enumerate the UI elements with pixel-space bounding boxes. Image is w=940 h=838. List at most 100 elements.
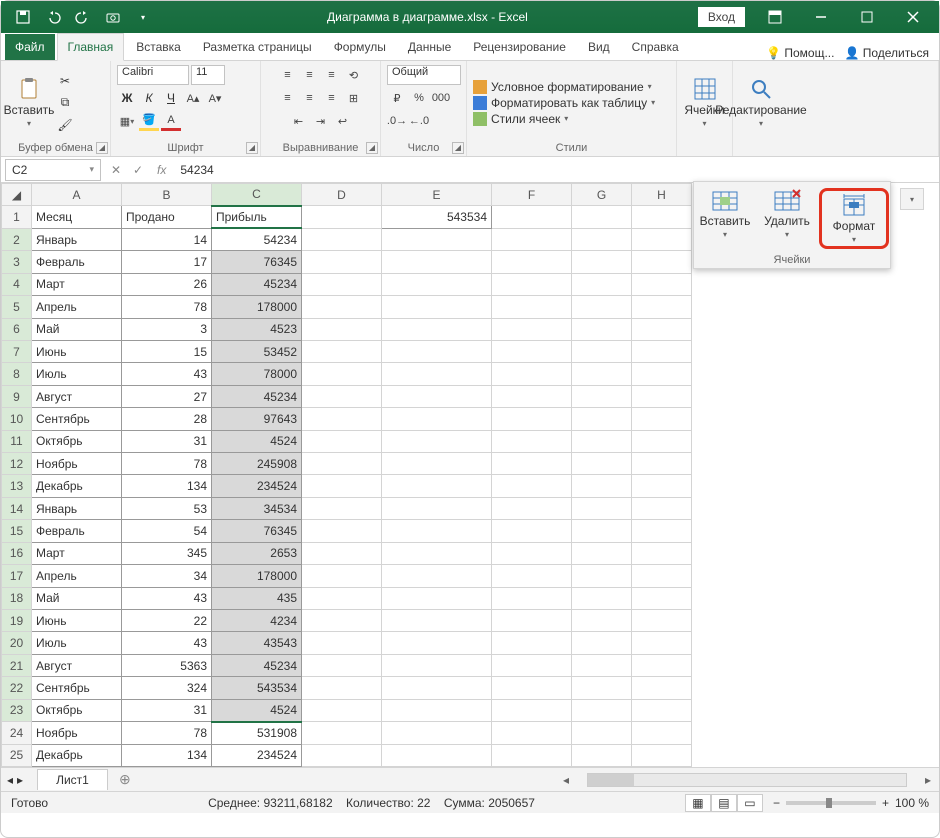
cell-A4[interactable]: Март xyxy=(32,273,122,295)
row-header-24[interactable]: 24 xyxy=(2,722,32,744)
share-button[interactable]: 👤 Поделиться xyxy=(844,46,929,60)
cell-D2[interactable] xyxy=(302,228,382,250)
cell-F20[interactable] xyxy=(492,632,572,654)
row-header-19[interactable]: 19 xyxy=(2,610,32,632)
decrease-decimal-button[interactable]: ←.0 xyxy=(409,111,429,131)
cell-B10[interactable]: 28 xyxy=(122,408,212,430)
increase-indent-button[interactable]: ⇥ xyxy=(311,111,331,131)
cut-button[interactable]: ✂ xyxy=(55,71,75,91)
align-top-button[interactable]: ≡ xyxy=(278,65,298,85)
cell-E8[interactable] xyxy=(382,363,492,385)
cell-B15[interactable]: 54 xyxy=(122,520,212,542)
cell-H24[interactable] xyxy=(632,722,692,744)
cell-D24[interactable] xyxy=(302,722,382,744)
delete-cells-button[interactable]: Удалить▾ xyxy=(757,188,817,239)
cell-F21[interactable] xyxy=(492,654,572,676)
cell-G12[interactable] xyxy=(572,453,632,475)
cell-D9[interactable] xyxy=(302,385,382,407)
cell-C18[interactable]: 435 xyxy=(212,587,302,609)
cell-B20[interactable]: 43 xyxy=(122,632,212,654)
cell-C15[interactable]: 76345 xyxy=(212,520,302,542)
orientation-button[interactable]: ⟲ xyxy=(344,65,364,85)
cell-H13[interactable] xyxy=(632,475,692,497)
cell-C12[interactable]: 245908 xyxy=(212,453,302,475)
cell-G21[interactable] xyxy=(572,654,632,676)
enter-formula-button[interactable]: ✓ xyxy=(127,163,149,177)
cell-E24[interactable] xyxy=(382,722,492,744)
cell-G13[interactable] xyxy=(572,475,632,497)
cell-A19[interactable]: Июнь xyxy=(32,610,122,632)
cell-B18[interactable]: 43 xyxy=(122,587,212,609)
alignment-dialog-launcher[interactable]: ◢ xyxy=(366,142,378,154)
cell-A17[interactable]: Апрель xyxy=(32,565,122,587)
cell-E7[interactable] xyxy=(382,340,492,362)
tab-data[interactable]: Данные xyxy=(398,34,461,60)
conditional-formatting-button[interactable]: Условное форматирование ▾ xyxy=(473,80,655,94)
cell-D17[interactable] xyxy=(302,565,382,587)
cell-F17[interactable] xyxy=(492,565,572,587)
format-as-table-button[interactable]: Форматировать как таблицу ▾ xyxy=(473,96,655,110)
cell-G2[interactable] xyxy=(572,228,632,250)
cell-F11[interactable] xyxy=(492,430,572,452)
row-header-4[interactable]: 4 xyxy=(2,273,32,295)
cell-F3[interactable] xyxy=(492,251,572,273)
percent-format-button[interactable]: % xyxy=(409,88,429,108)
tab-page-layout[interactable]: Разметка страницы xyxy=(193,34,322,60)
redo-button[interactable] xyxy=(69,3,97,31)
new-sheet-button[interactable]: ⊕ xyxy=(114,769,136,791)
cell-H18[interactable] xyxy=(632,587,692,609)
cell-C10[interactable]: 97643 xyxy=(212,408,302,430)
cell-C3[interactable]: 76345 xyxy=(212,251,302,273)
cell-H6[interactable] xyxy=(632,318,692,340)
name-box[interactable]: C2▾ xyxy=(5,159,101,181)
cell-C5[interactable]: 178000 xyxy=(212,296,302,318)
cell-H1[interactable] xyxy=(632,206,692,228)
format-painter-button[interactable]: 🖌 xyxy=(55,115,75,135)
cell-C22[interactable]: 543534 xyxy=(212,677,302,699)
view-normal-button[interactable]: ▦ xyxy=(685,794,711,812)
col-header-E[interactable]: E xyxy=(382,184,492,206)
paste-button[interactable]: Вставить▾ xyxy=(7,68,51,138)
align-center-button[interactable]: ≡ xyxy=(300,88,320,108)
cell-F22[interactable] xyxy=(492,677,572,699)
cell-A22[interactable]: Сентябрь xyxy=(32,677,122,699)
format-cells-button[interactable]: Формат▾ xyxy=(824,193,884,244)
cell-B1[interactable]: Продано xyxy=(122,206,212,228)
cell-H7[interactable] xyxy=(632,340,692,362)
cell-C2[interactable]: 54234 xyxy=(212,228,302,250)
cell-G20[interactable] xyxy=(572,632,632,654)
row-header-13[interactable]: 13 xyxy=(2,475,32,497)
zoom-in-button[interactable]: + xyxy=(882,796,889,810)
cell-E3[interactable] xyxy=(382,251,492,273)
wrap-text-button[interactable]: ↩ xyxy=(333,111,353,131)
cell-A1[interactable]: Месяц xyxy=(32,206,122,228)
cell-A6[interactable]: Май xyxy=(32,318,122,340)
tell-me[interactable]: 💡 Помощ... xyxy=(766,46,834,60)
cell-H10[interactable] xyxy=(632,408,692,430)
sheet-nav-next[interactable]: ▸ xyxy=(17,773,23,787)
cell-F15[interactable] xyxy=(492,520,572,542)
cell-A8[interactable]: Июль xyxy=(32,363,122,385)
cell-A11[interactable]: Октябрь xyxy=(32,430,122,452)
col-header-A[interactable]: A xyxy=(32,184,122,206)
cell-D3[interactable] xyxy=(302,251,382,273)
cell-E18[interactable] xyxy=(382,587,492,609)
cell-F19[interactable] xyxy=(492,610,572,632)
cell-B2[interactable]: 14 xyxy=(122,228,212,250)
cell-E23[interactable] xyxy=(382,699,492,721)
cell-B4[interactable]: 26 xyxy=(122,273,212,295)
cell-G16[interactable] xyxy=(572,542,632,564)
cancel-formula-button[interactable]: ✕ xyxy=(105,163,127,177)
cell-G23[interactable] xyxy=(572,699,632,721)
row-header-23[interactable]: 23 xyxy=(2,699,32,721)
row-header-25[interactable]: 25 xyxy=(2,744,32,766)
font-name-combo[interactable]: Calibri xyxy=(117,65,189,85)
cell-F14[interactable] xyxy=(492,497,572,519)
cell-G14[interactable] xyxy=(572,497,632,519)
font-color-button[interactable]: A xyxy=(161,111,181,131)
cell-C14[interactable]: 34534 xyxy=(212,497,302,519)
align-middle-button[interactable]: ≡ xyxy=(300,65,320,85)
cell-A7[interactable]: Июнь xyxy=(32,340,122,362)
cell-D25[interactable] xyxy=(302,744,382,766)
camera-button[interactable] xyxy=(99,3,127,31)
